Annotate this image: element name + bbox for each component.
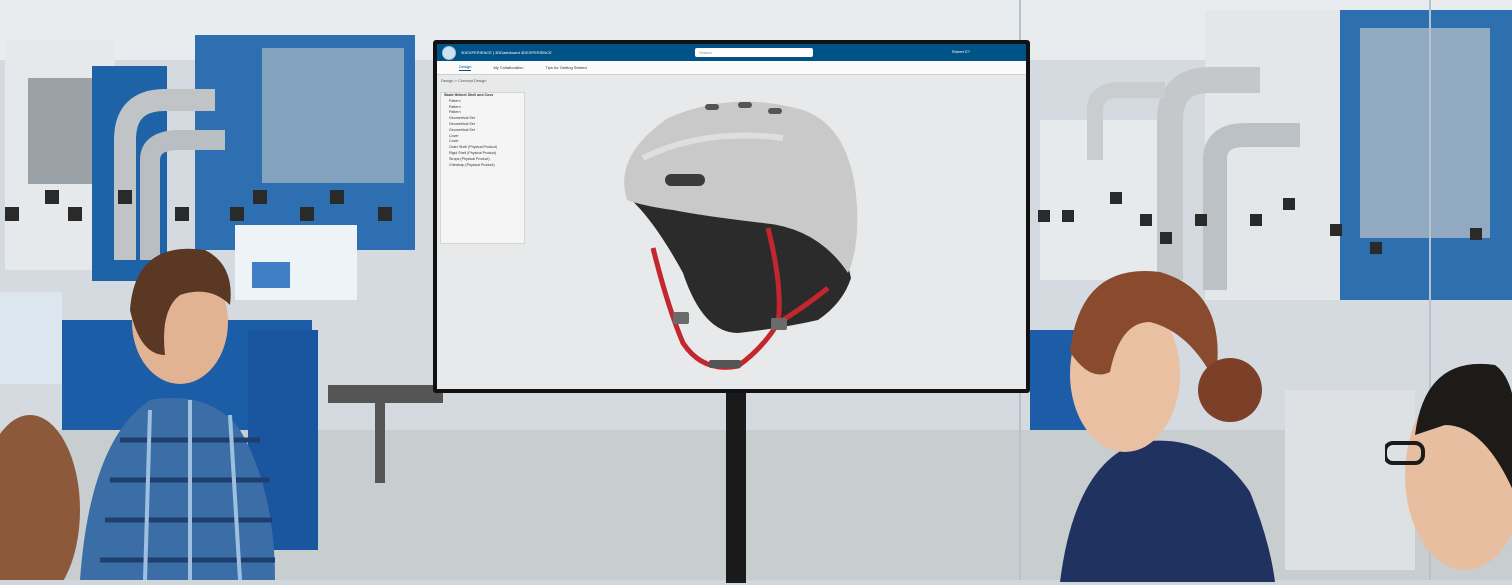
tab-my-collaboration[interactable]: My Collaboration — [493, 65, 523, 70]
app-brand: 3DEXPERIENCE | 3DDashboard 3DEXPERIENCE — [461, 50, 552, 55]
product-tree: Skate Helmet Shell and Cove Pattern Patt… — [440, 92, 525, 244]
search-input[interactable]: Search — [695, 48, 813, 57]
tab-design[interactable]: Design — [459, 64, 472, 71]
lab-scene: 3DEXPERIENCE | 3DDashboard 3DEXPERIENCE … — [0, 0, 1512, 583]
cad-app-screen: 3DEXPERIENCE | 3DDashboard 3DEXPERIENCE … — [437, 44, 1026, 389]
app-tabs: Design My Collaboration Tips for Getting… — [437, 61, 1026, 75]
presentation-monitor: 3DEXPERIENCE | 3DDashboard 3DEXPERIENCE … — [433, 40, 1030, 393]
tab-tips[interactable]: Tips for Getting Started — [545, 65, 586, 70]
foreground-person-left — [0, 415, 80, 580]
user-name[interactable]: Robert E? — [952, 49, 970, 54]
monitor-stand — [726, 393, 746, 583]
app-top-bar: 3DEXPERIENCE | 3DDashboard 3DEXPERIENCE … — [437, 44, 1026, 61]
man-in-plaid-shirt — [80, 248, 275, 580]
compass-icon[interactable] — [442, 45, 456, 60]
woman-in-navy-blazer — [1060, 271, 1275, 582]
breadcrumb: Design > Concept Design — [441, 78, 487, 83]
tree-item[interactable]: Chinstrap (Physical Product) — [441, 163, 524, 169]
helmet-3d-model[interactable] — [613, 98, 873, 378]
person-with-glasses — [1385, 363, 1512, 570]
